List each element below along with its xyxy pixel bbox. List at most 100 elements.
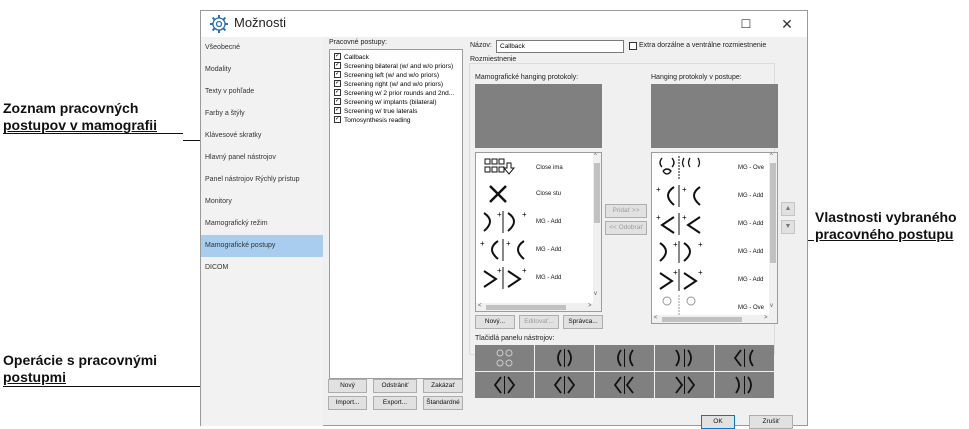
scroll-up-icon[interactable]: ^ xyxy=(594,153,597,159)
workflow-list[interactable]: ✓ Callback ✓ Screening bilateral (w/ and w… xyxy=(329,49,463,379)
breast-view-icon: + + xyxy=(659,268,703,291)
breast-view-icon xyxy=(662,295,696,315)
export-button[interactable]: Export... xyxy=(373,396,417,410)
toolbar-layout-button[interactable] xyxy=(535,372,594,398)
protocol-item[interactable]: MG - Add xyxy=(738,193,763,199)
move-down-button[interactable]: ▼ xyxy=(781,220,795,234)
scroll-down-icon[interactable]: v xyxy=(770,303,773,309)
horizontal-scrollbar[interactable]: < > xyxy=(652,315,777,323)
list-item-label: Screening left (w/ and w/o priors) xyxy=(344,72,440,79)
protocol-item[interactable]: MG - Add xyxy=(738,221,763,227)
list-item[interactable]: ✓ Screening w/ 2 prior rounds and 2nd... xyxy=(334,88,454,98)
sidebar-item-monitors[interactable]: Monitory xyxy=(201,191,323,213)
toolbar-layout-button[interactable] xyxy=(475,372,534,398)
available-protocols-list[interactable]: Close ima Close stu + + MG - Add + + MG … xyxy=(475,152,602,312)
checkbox-icon[interactable]: ✓ xyxy=(334,88,341,96)
scrollbar-thumb[interactable] xyxy=(662,317,742,322)
new-workflow-button[interactable]: Nový xyxy=(328,379,367,393)
protocol-item[interactable]: MG - Add xyxy=(536,219,561,225)
list-item[interactable]: ✓ Screening left (w/ and w/o priors) xyxy=(334,70,440,80)
scrollbar-thumb[interactable] xyxy=(486,305,566,310)
scrollbar-thumb[interactable] xyxy=(594,163,600,223)
move-up-button[interactable]: ▲ xyxy=(781,202,795,216)
checkbox-icon[interactable]: ✓ xyxy=(334,52,341,60)
disable-workflow-button[interactable]: Zakázať xyxy=(423,379,463,393)
scroll-left-icon[interactable]: < xyxy=(654,315,658,321)
protocol-item[interactable]: MG - Add xyxy=(536,247,561,253)
annotation-underline xyxy=(3,133,183,134)
sidebar-item-colors[interactable]: Farby a štýly xyxy=(201,103,323,125)
close-button[interactable]: ✕ xyxy=(775,14,799,34)
vertical-scrollbar[interactable]: ^ v xyxy=(593,153,601,303)
new-protocol-button[interactable]: Nový... xyxy=(475,315,515,329)
list-item[interactable]: ✓ Screening bilateral (w/ and w/o priors) xyxy=(334,61,453,71)
checkbox-icon[interactable]: ✓ xyxy=(334,70,341,78)
extra-checkbox[interactable] xyxy=(629,42,637,50)
checkbox-icon[interactable]: ✓ xyxy=(334,115,341,123)
workflow-protocols-list[interactable]: MG - Ove + + MG - Add + + MG - Add + + M… xyxy=(651,152,778,324)
layout-group-label: Rozmiestnenie xyxy=(470,56,517,63)
sidebar-item-shortcuts[interactable]: Klávesové skratky xyxy=(201,125,323,147)
list-item[interactable]: ✓ Screening w/ true laterals xyxy=(334,106,417,116)
sidebar-item-view-texts[interactable]: Texty v pohľade xyxy=(201,81,323,103)
list-item[interactable]: ✓ Screening w/ implants (bilateral) xyxy=(334,97,437,107)
scroll-right-icon[interactable]: > xyxy=(764,315,768,321)
close-x-icon xyxy=(489,185,507,203)
svg-text:+: + xyxy=(682,213,687,222)
scroll-right-icon[interactable]: > xyxy=(588,303,592,309)
svg-text:+: + xyxy=(480,239,485,248)
toolbar-layout-button[interactable] xyxy=(655,345,714,371)
scroll-down-icon[interactable]: v xyxy=(594,291,597,297)
name-field[interactable]: Callback xyxy=(496,40,624,53)
scrollbar-thumb[interactable] xyxy=(770,163,776,263)
protocol-item[interactable]: MG - Add xyxy=(738,249,763,255)
list-item-label: Callback xyxy=(344,54,369,61)
toolbar-layout-button[interactable] xyxy=(715,345,774,371)
svg-text:+: + xyxy=(497,210,502,219)
manager-button[interactable]: Správca... xyxy=(563,315,603,329)
toolbar-layout-button[interactable] xyxy=(535,345,594,371)
sidebar-item-dicom[interactable]: DICOM xyxy=(201,257,323,279)
protocol-item[interactable]: MG - Ove xyxy=(738,165,764,171)
edit-protocol-button[interactable]: Editovať... xyxy=(519,315,559,329)
maximize-button[interactable]: ☐ xyxy=(734,14,758,34)
sidebar-item-general[interactable]: Všeobecné xyxy=(201,37,323,59)
sidebar-item-quick-access[interactable]: Panel nástrojov Rýchly prístup xyxy=(201,169,323,191)
sidebar-item-mammo-mode[interactable]: Mamografický režim xyxy=(201,213,323,235)
protocol-item[interactable]: MG - Ove xyxy=(738,305,764,311)
toolbar-layout-button[interactable] xyxy=(595,345,654,371)
list-item[interactable]: ✓ Callback xyxy=(334,52,369,62)
protocol-item[interactable]: MG - Add xyxy=(738,277,763,283)
title-bar: Možnosti ☐ ✕ xyxy=(201,11,807,37)
toolbar-layout-button[interactable] xyxy=(715,372,774,398)
protocol-item[interactable]: MG - Add xyxy=(536,275,561,281)
list-item[interactable]: ✓ Tomosynthesis reading xyxy=(334,115,410,125)
scroll-up-icon[interactable]: ^ xyxy=(770,153,773,159)
annotation-line: postupmi xyxy=(3,369,66,385)
vertical-scrollbar[interactable]: ^ v xyxy=(769,153,777,315)
sidebar-item-mammo-workflows[interactable]: Mamografické postupy xyxy=(201,235,323,257)
remove-protocol-button[interactable]: << Odobrať xyxy=(605,221,647,235)
sidebar-item-modalities[interactable]: Modality xyxy=(201,59,323,81)
checkbox-icon[interactable]: ✓ xyxy=(334,61,341,69)
scroll-left-icon[interactable]: < xyxy=(478,303,482,309)
list-item-label: Screening w/ implants (bilateral) xyxy=(344,99,437,106)
toolbar-layout-button[interactable] xyxy=(655,372,714,398)
import-button[interactable]: Import... xyxy=(328,396,367,410)
toolbar-button-grid xyxy=(475,345,774,398)
list-item[interactable]: ✓ Screening right (w/ and w/o priors) xyxy=(334,79,443,89)
checkbox-icon[interactable]: ✓ xyxy=(334,106,341,114)
protocol-item[interactable]: Close stu xyxy=(536,191,561,197)
add-protocol-button[interactable]: Pridať >> xyxy=(605,204,647,218)
annotation-line: pracovného postupu xyxy=(815,226,954,242)
checkbox-icon[interactable]: ✓ xyxy=(334,79,341,87)
remove-workflow-button[interactable]: Odstrániť xyxy=(373,379,417,393)
toolbar-layout-button[interactable] xyxy=(595,372,654,398)
sidebar-item-main-toolbar[interactable]: Hlavný panel nástrojov xyxy=(201,147,323,169)
toolbar-layout-button[interactable] xyxy=(475,345,534,371)
horizontal-scrollbar[interactable]: < > xyxy=(476,303,601,311)
svg-text:+: + xyxy=(682,185,687,194)
protocol-item[interactable]: Close ima xyxy=(536,165,563,171)
standard-button[interactable]: Štandardné xyxy=(423,396,463,410)
checkbox-icon[interactable]: ✓ xyxy=(334,97,341,105)
